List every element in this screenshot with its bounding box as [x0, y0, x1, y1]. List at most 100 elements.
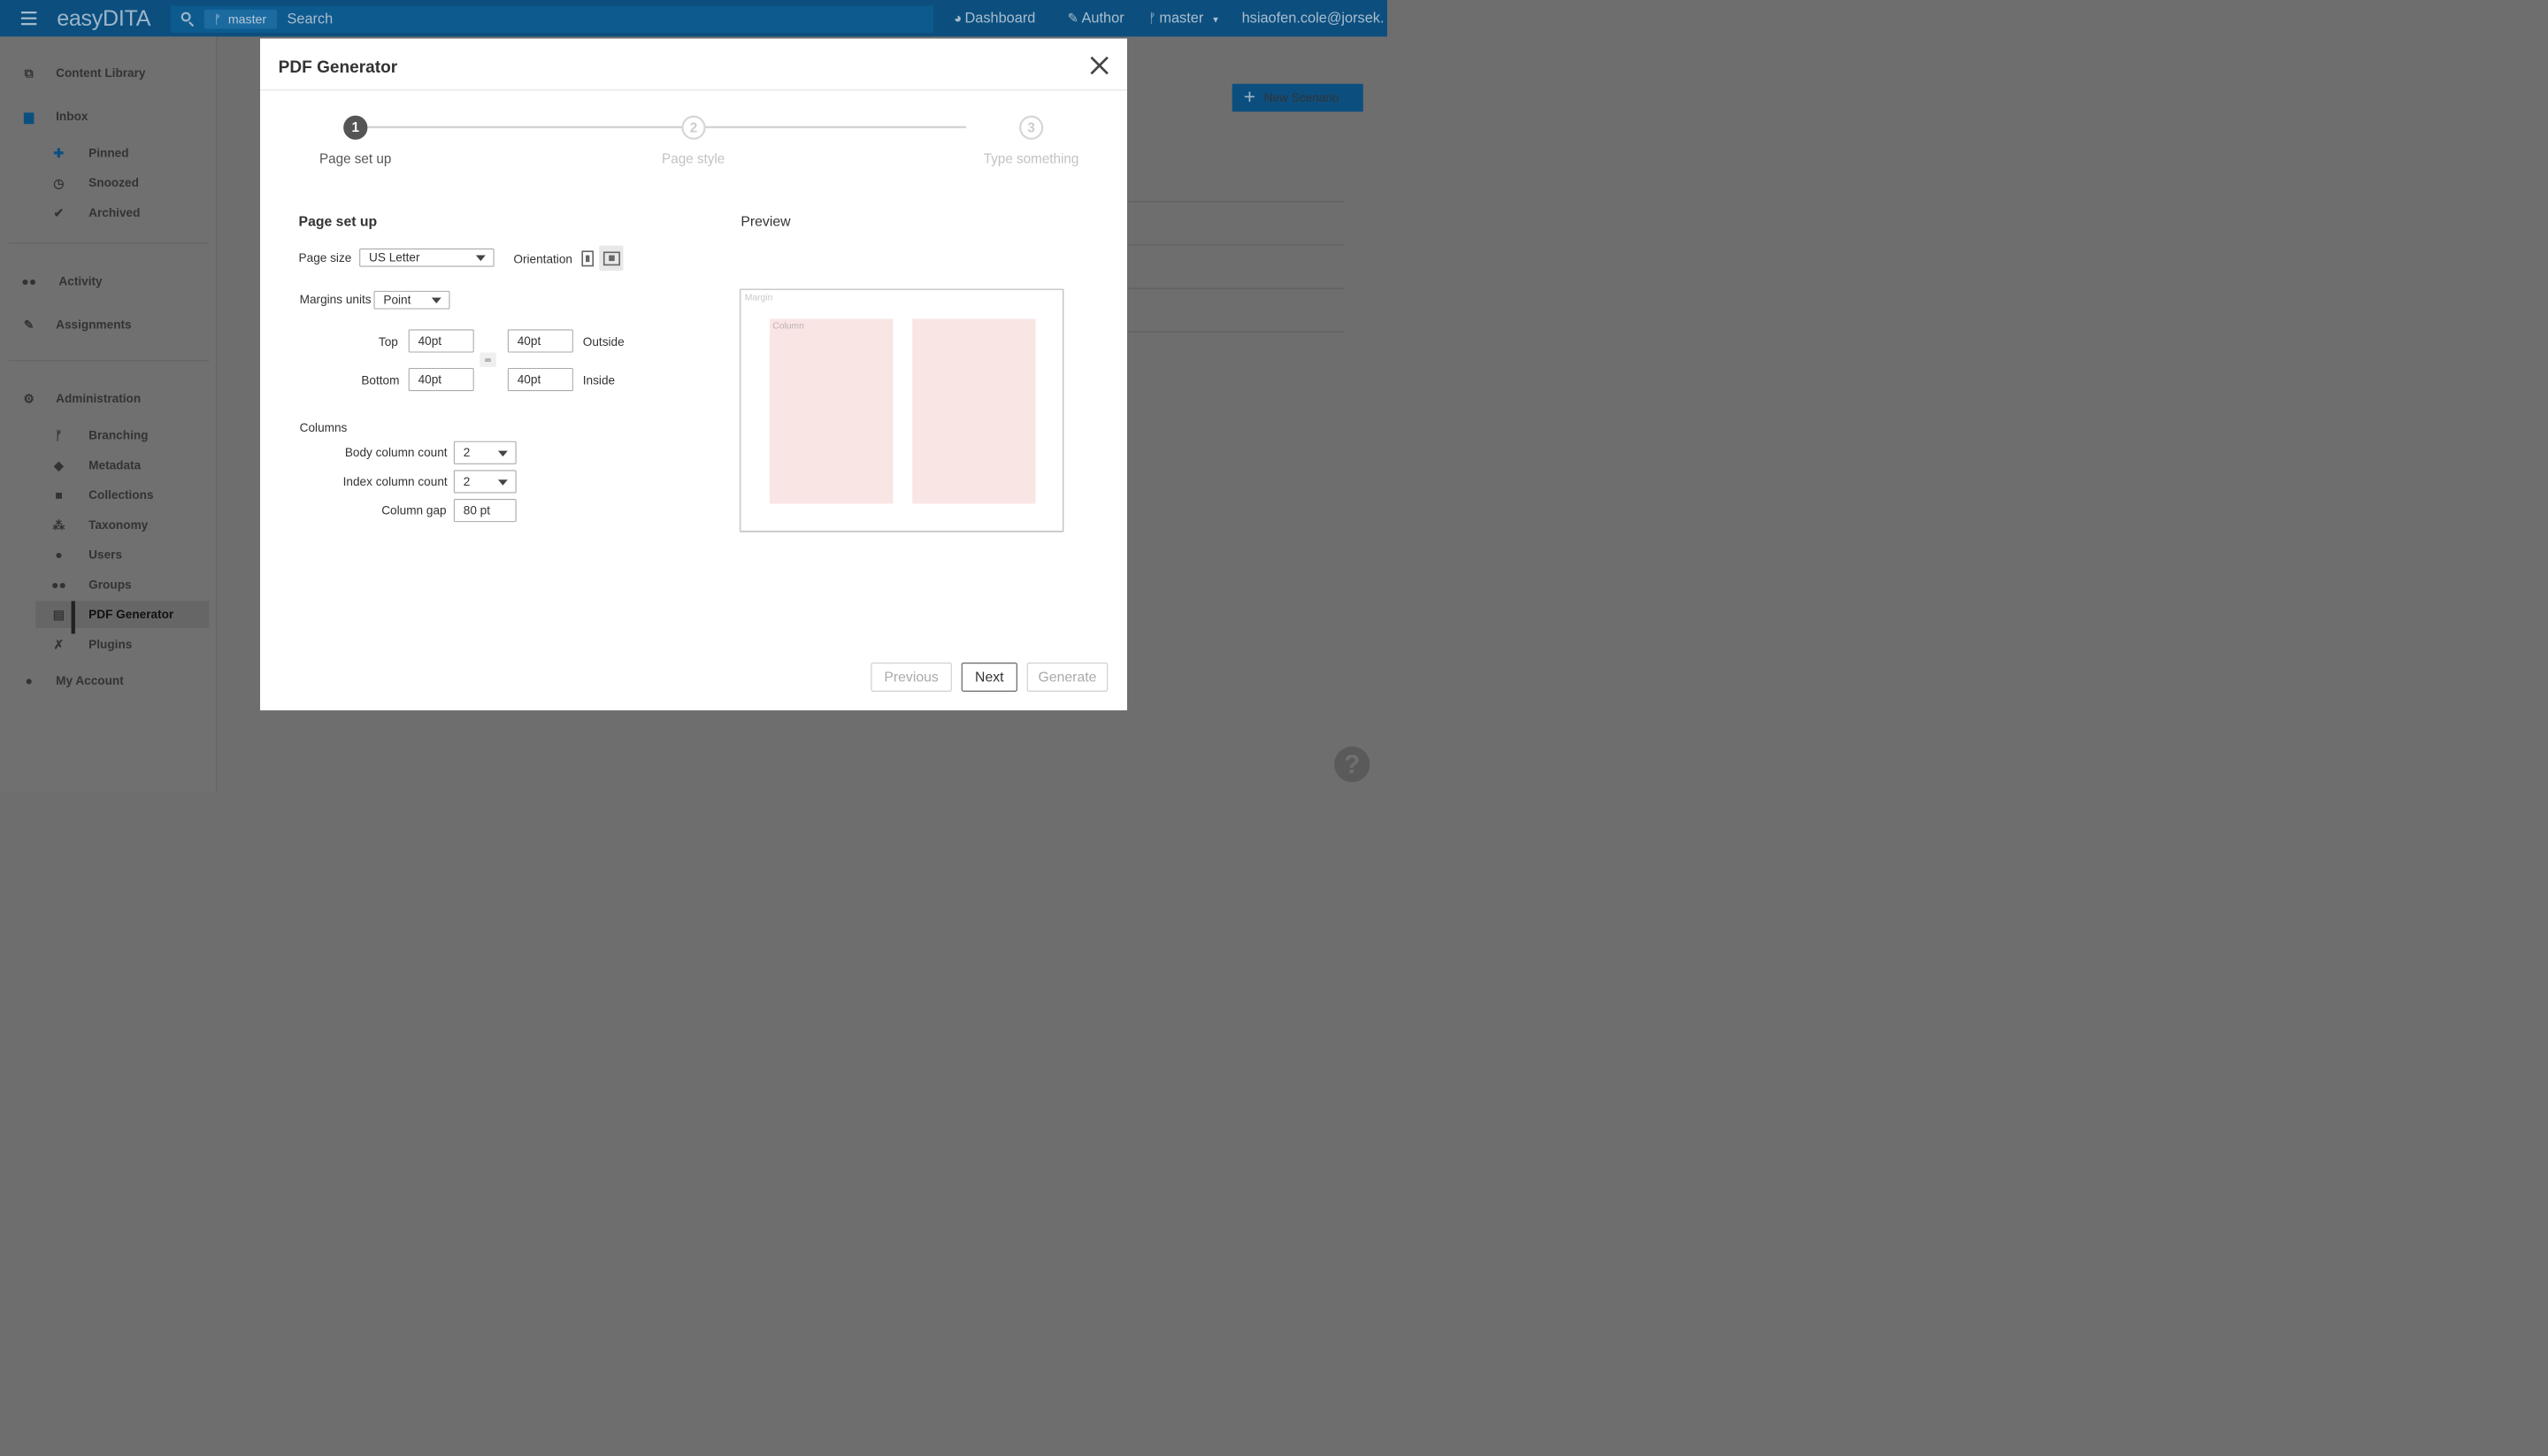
- sidebar-item-label: Plugins: [88, 637, 133, 652]
- sidebar-item-label: Snoozed: [88, 176, 139, 190]
- step-2-circle[interactable]: 2: [681, 115, 706, 140]
- sidebar-item-label: Users: [88, 548, 123, 562]
- sidebar-item-label: My Account: [56, 674, 124, 688]
- caret-down-icon: [431, 297, 441, 303]
- copy-icon: ⧉: [24, 65, 34, 80]
- sidebar-item-snoozed[interactable]: ◷ Snoozed: [0, 170, 216, 196]
- sidebar-item-taxonomy[interactable]: ⁂ Taxonomy: [0, 511, 216, 538]
- close-icon[interactable]: [1090, 56, 1109, 75]
- index-column-count-label: Index column count: [342, 474, 448, 489]
- pencil-icon: ✎: [23, 317, 35, 333]
- preview-title: Preview: [741, 213, 791, 230]
- sidebar-item-branching[interactable]: ᚠ Branching: [0, 422, 216, 448]
- sidebar-item-activity[interactable]: ●● Activity: [0, 268, 216, 295]
- top-bar: easyDITA ᚠ master Search ◕ Dashboard ✎ Auth…: [0, 0, 1387, 37]
- index-column-count-select[interactable]: 2: [453, 470, 517, 494]
- sitemap-icon: ⁂: [52, 517, 65, 533]
- generate-button[interactable]: Generate: [1026, 663, 1109, 692]
- sidebar-item-label: Content Library: [56, 66, 146, 80]
- sidebar-item-my-account[interactable]: ● My Account: [0, 668, 216, 694]
- search-input[interactable]: Search: [287, 11, 333, 28]
- nav-user-menu[interactable]: hsiaofen.cole@jorsek.: [1242, 9, 1385, 28]
- help-button[interactable]: ?: [1334, 746, 1370, 783]
- sidebar-item-label: Archived: [88, 206, 141, 220]
- margin-bottom-input[interactable]: 40pt: [408, 367, 474, 392]
- column-gap-label: Column gap: [381, 503, 447, 517]
- search-icon: [180, 11, 191, 22]
- nav-author[interactable]: ✎ Author: [1067, 9, 1124, 28]
- margin-top-label: Top: [378, 334, 398, 349]
- nav-branch-dropdown[interactable]: ᚠ master ▼: [1148, 9, 1220, 29]
- sidebar-item-assignments[interactable]: ✎ Assignments: [0, 311, 216, 338]
- caret-down-icon: [497, 450, 508, 457]
- link-icon[interactable]: ∞: [480, 352, 496, 367]
- caret-down-icon: ▼: [1211, 14, 1220, 25]
- plus-icon: +: [1243, 85, 1256, 108]
- new-scenario-label: New Scenario: [1263, 90, 1339, 105]
- sidebar-item-administration[interactable]: ⚙ Administration: [0, 386, 216, 412]
- step-3-label: Type something: [983, 150, 1079, 166]
- gear-icon: ⚙: [23, 391, 35, 406]
- sidebar-item-label: Metadata: [88, 458, 142, 472]
- sidebar-item-metadata[interactable]: ◆ Metadata: [0, 452, 216, 479]
- pin-icon: ✚: [53, 145, 65, 161]
- stepper-track: [356, 126, 967, 128]
- sidebar-item-pdf-generator[interactable]: ▤ PDF Generator: [35, 601, 210, 634]
- sidebar-item-label: Groups: [88, 578, 132, 592]
- app-root: easyDITA ᚠ master Search ◕ Dashboard ✎ Auth…: [0, 0, 1387, 793]
- sidebar-item-inbox[interactable]: ▆ Inbox: [0, 103, 216, 130]
- margins-units-label: Margins units: [299, 293, 372, 307]
- nav-dashboard[interactable]: ◕ Dashboard: [954, 9, 1035, 28]
- sidebar-item-groups[interactable]: ●● Groups: [0, 571, 216, 598]
- sidebar-item-plugins[interactable]: ✗ Plugins: [0, 631, 216, 657]
- margins-units-select[interactable]: Point: [373, 290, 450, 310]
- margins-units-value: Point: [383, 293, 411, 307]
- brand-logo[interactable]: easyDITA: [57, 4, 150, 30]
- sidebar-item-content-library[interactable]: ⧉ Content Library: [0, 60, 216, 87]
- new-scenario-button[interactable]: + New Scenario: [1232, 83, 1363, 112]
- preview-column-1: Column: [770, 318, 894, 504]
- column-gap-input[interactable]: 80 pt: [453, 499, 517, 523]
- margin-inside-input[interactable]: 40pt: [507, 367, 573, 392]
- modal-title: PDF Generator: [278, 57, 398, 77]
- book-icon: ■: [55, 487, 63, 502]
- tags-icon: ◆: [53, 457, 64, 473]
- nav-dashboard-label: Dashboard: [964, 10, 1036, 27]
- sidebar-item-users[interactable]: ● Users: [0, 541, 216, 568]
- search-bar[interactable]: ᚠ master Search: [170, 5, 934, 34]
- caret-down-icon: [497, 479, 508, 486]
- sidebar-item-collections[interactable]: ■ Collections: [0, 481, 216, 508]
- sidebar-item-label: Taxonomy: [88, 517, 149, 533]
- sidebar-item-label: PDF Generator: [88, 608, 174, 622]
- index-column-count-value: 2: [463, 474, 471, 489]
- columns-label: Columns: [299, 420, 348, 435]
- orientation-label: Orientation: [513, 252, 572, 266]
- body-column-count-value: 2: [463, 446, 471, 460]
- dashboard-icon: ◕: [953, 10, 963, 26]
- margin-top-input[interactable]: 40pt: [408, 329, 474, 353]
- next-button[interactable]: Next: [961, 663, 1017, 692]
- margin-outside-input[interactable]: 40pt: [507, 329, 573, 353]
- sidebar: ⧉ Content Library ▆ Inbox ✚ Pinned ◷ Snoozed…: [0, 36, 217, 793]
- previous-button[interactable]: Previous: [871, 663, 952, 692]
- step-1-circle[interactable]: 1: [343, 115, 368, 140]
- sidebar-divider: [8, 242, 210, 244]
- sidebar-item-label: Branching: [88, 428, 149, 442]
- sidebar-divider: [8, 360, 210, 362]
- sidebar-item-archived[interactable]: ✔ Archived: [0, 199, 216, 226]
- page-size-select[interactable]: US Letter: [359, 248, 495, 267]
- branch-chip[interactable]: ᚠ master: [203, 9, 278, 29]
- sidebar-item-pinned[interactable]: ✚ Pinned: [0, 140, 216, 166]
- users-icon: ●●: [21, 273, 37, 289]
- body-column-count-select[interactable]: 2: [453, 441, 517, 464]
- branch-chip-label: master: [227, 11, 267, 27]
- edit-icon: ✎: [1067, 10, 1079, 26]
- branch-icon: ᚠ: [1147, 10, 1157, 26]
- caret-down-icon: [475, 255, 486, 262]
- step-3-circle[interactable]: 3: [1019, 115, 1044, 140]
- portrait-orientation-button[interactable]: [575, 246, 599, 271]
- menu-icon[interactable]: [20, 11, 37, 26]
- body-column-count-label: Body column count: [344, 446, 448, 460]
- preview-column-label: Column: [772, 320, 804, 332]
- landscape-orientation-button[interactable]: [599, 245, 624, 271]
